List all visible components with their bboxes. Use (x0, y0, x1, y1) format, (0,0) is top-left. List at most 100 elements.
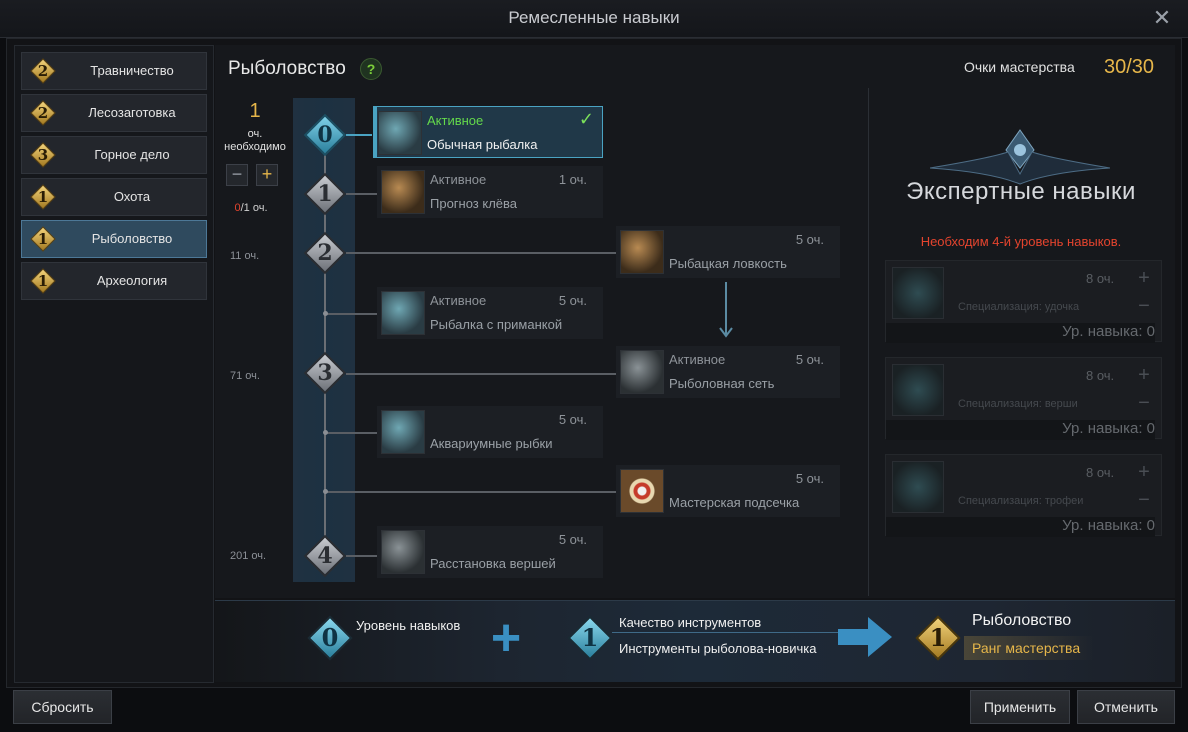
level-badge-icon: 2 (30, 58, 56, 84)
skill-type: Активное (430, 293, 487, 308)
level-badge-icon: 1 (30, 184, 56, 210)
mastery-rank-label: Ранг мастерства (972, 640, 1081, 656)
help-icon[interactable]: ? (360, 58, 382, 80)
fishing-dexterity-icon (620, 230, 664, 274)
sidebar-item-fishing[interactable]: 1 Рыболовство (21, 220, 207, 258)
trophy-specialization-icon (892, 461, 944, 513)
sidebar-item-mining[interactable]: 3 Горное дело (21, 136, 207, 174)
skill-name: Рыбацкая ловкость (669, 256, 787, 271)
target-icon (620, 469, 664, 513)
skill-level-label: Уровень навыков (356, 618, 461, 633)
expert-level: Ур. навыка: 0 (886, 517, 1155, 537)
rank-requirement: 71 оч. (230, 370, 260, 382)
skill-cost: 5 оч. (795, 232, 824, 247)
window-titlebar: Ремесленные навыки (0, 0, 1188, 38)
tree-connector (346, 373, 618, 375)
skill-cost: 5 оч. (558, 412, 587, 427)
tree-connector (325, 313, 378, 315)
rank-requirement: 11 оч. (230, 250, 260, 262)
skill-node-bite-forecast[interactable]: Активное 1 оч. Прогноз клёва (377, 166, 603, 218)
fish-trap-icon (381, 530, 425, 574)
plus-icon: + (490, 609, 522, 667)
cancel-button[interactable]: Отменить (1077, 690, 1175, 724)
increase-button[interactable]: + (256, 164, 278, 186)
tool-name: Инструменты рыболова-новичка (619, 641, 817, 656)
trap-specialization-icon (892, 364, 944, 416)
decrease-button[interactable]: − (226, 164, 248, 186)
increase-button[interactable]: + (1132, 461, 1156, 485)
increase-button[interactable]: + (1132, 267, 1156, 291)
apply-button[interactable]: Применить (970, 690, 1070, 724)
sidebar-item-label: Лесозаготовка (88, 105, 176, 120)
page-title: Рыболовство (228, 58, 346, 79)
expert-card-rod: 8 оч. Специализация: удочка + − Ур. навы… (885, 260, 1162, 343)
skill-name: Расстановка вершей (430, 556, 556, 571)
rod-specialization-icon (892, 267, 944, 319)
level-badge-icon: 2 (30, 100, 56, 126)
tree-connector (325, 432, 378, 434)
rank-diamond-icon: 4 (303, 534, 347, 578)
tree-connector (346, 252, 618, 254)
points-used-total: /1 оч. (240, 202, 268, 214)
rank-diamond-icon: 3 (303, 351, 347, 395)
skill-node-fishing-net[interactable]: Активное 5 оч. Рыболовная сеть (616, 346, 840, 398)
skill-node-trap-placement[interactable]: 5 оч. Расстановка вершей (377, 526, 603, 578)
sidebar-item-herbalism[interactable]: 2 Травничество (21, 52, 207, 90)
skill-node-basic-fishing[interactable]: Активное ✓ Обычная рыбалка (373, 106, 603, 158)
sidebar-item-hunting[interactable]: 1 Охота (21, 178, 207, 216)
points-used: 0/1 оч. (226, 202, 276, 214)
rank-diamond-icon: 2 (303, 231, 347, 275)
skill-node-aquarium-fish[interactable]: 5 оч. Аквариумные рыбки (377, 406, 603, 458)
skill-cost: 5 оч. (795, 352, 824, 367)
increase-button[interactable]: + (1132, 364, 1156, 388)
skill-level-diamond-icon: 0 (306, 614, 354, 662)
sidebar-item-label: Травничество (90, 63, 174, 78)
skill-type: Активное (430, 172, 487, 187)
sidebar-item-label: Рыболовство (91, 231, 173, 246)
reset-button[interactable]: Сбросить (13, 690, 112, 724)
expert-card-trophies: 8 оч. Специализация: трофеи + − Ур. навы… (885, 454, 1162, 537)
tool-quality-label: Качество инструментов (619, 615, 762, 630)
tree-connector (325, 491, 618, 493)
close-icon[interactable]: ✕ (1150, 7, 1174, 31)
skill-name: Прогноз клёва (430, 196, 518, 211)
bite-forecast-icon (381, 170, 425, 214)
tree-connector (346, 555, 378, 557)
rank-diamond-icon: 0 (303, 113, 347, 157)
aquarium-fish-icon (381, 410, 425, 454)
bait-fishing-icon (381, 291, 425, 335)
skill-cost: 5 оч. (558, 293, 587, 308)
decrease-button[interactable]: − (1132, 295, 1156, 319)
level-badge-icon: 1 (30, 226, 56, 252)
expert-title: Экспертные навыки (906, 178, 1136, 205)
tree-node-dot (323, 489, 328, 494)
skill-node-fishing-dexterity[interactable]: 5 оч. Рыбацкая ловкость (616, 226, 840, 278)
decrease-button[interactable]: − (1132, 392, 1156, 416)
sidebar-item-label: Горное дело (94, 147, 170, 162)
expert-level: Ур. навыка: 0 (886, 323, 1155, 343)
rank-requirement: 201 оч. (230, 550, 267, 562)
arrow-down-icon (719, 282, 733, 338)
skill-name: Мастерская подсечка (669, 495, 800, 510)
skill-name: Рыболовная сеть (669, 376, 775, 391)
sidebar-item-label: Археология (96, 273, 168, 288)
checkmark-icon: ✓ (578, 109, 594, 129)
expert-spec: Специализация: трофеи (958, 495, 1084, 507)
sidebar-item-logging[interactable]: 2 Лесозаготовка (21, 94, 207, 132)
skill-node-master-hook[interactable]: 5 оч. Мастерская подсечка (616, 465, 840, 517)
decrease-button[interactable]: − (1132, 489, 1156, 513)
expert-level: Ур. навыка: 0 (886, 420, 1155, 440)
skill-node-bait-fishing[interactable]: Активное 5 оч. Рыбалка с приманкой (377, 287, 603, 339)
level-badge-icon: 1 (30, 268, 56, 294)
tree-connector (346, 193, 378, 195)
points-needed-value: 1 (249, 100, 261, 122)
profession-sidebar: 2 Травничество 2 Лесозаготовка 3 Горное … (14, 45, 214, 683)
window-title: Ремесленные навыки (508, 8, 680, 27)
fishing-rod-icon (378, 111, 422, 155)
sidebar-item-label: Охота (113, 189, 151, 204)
sidebar-item-archaeology[interactable]: 1 Археология (21, 262, 207, 300)
skill-name: Рыбалка с приманкой (430, 317, 563, 332)
tree-connector (346, 134, 372, 136)
mastery-rank-diamond-icon: 1 (914, 614, 962, 662)
arrow-right-icon (838, 617, 892, 657)
